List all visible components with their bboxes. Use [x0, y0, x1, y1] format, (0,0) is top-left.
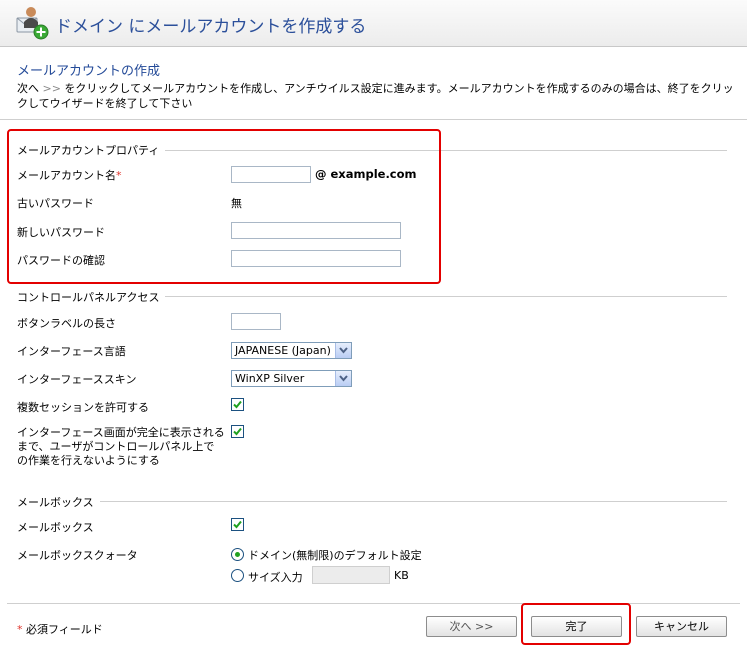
block-until-loaded-label: インターフェース画面が完全に表示されるまで、ユーザがコントロールパネル上での作業… — [17, 426, 225, 467]
mailbox-label: メールボックス — [17, 521, 94, 534]
required-note: * 必須フィールド — [17, 621, 103, 637]
chevron-down-icon[interactable] — [335, 343, 351, 358]
chevron-down-icon[interactable] — [335, 371, 351, 386]
mailbox-checkbox[interactable] — [231, 518, 244, 531]
multi-session-checkbox[interactable] — [231, 398, 244, 411]
divider — [0, 119, 747, 120]
control-panel-legend: コントロールパネルアクセス — [17, 289, 166, 305]
block-until-loaded-checkbox[interactable] — [231, 425, 244, 438]
skin-value: WinXP Silver — [235, 372, 305, 385]
skin-label: インターフェーススキン — [17, 373, 137, 386]
section-title: メールアカウントの作成 — [17, 64, 161, 79]
page-title: ドメイン にメールアカウントを作成する — [55, 17, 367, 37]
check-icon — [233, 520, 242, 529]
mail-account-add-icon — [15, 6, 49, 40]
required-mark: * — [17, 623, 23, 636]
button-label-length-input[interactable] — [231, 313, 281, 330]
intro-next-marker: >> — [42, 82, 61, 95]
quota-label: メールボックスクォータ — [17, 549, 138, 562]
intro-body: をクリックしてメールアカウントを作成し、アンチウイルス設定に進みます。メールアカ… — [17, 82, 734, 110]
language-select[interactable]: JAPANESE (Japan) — [231, 342, 352, 359]
language-value: JAPANESE (Japan) — [235, 344, 331, 357]
quota-default-radio[interactable] — [231, 548, 244, 561]
intro-prefix: 次へ — [17, 82, 39, 95]
intro-text: 次へ >> をクリックしてメールアカウントを作成し、アンチウイルス設定に進みます… — [17, 81, 742, 111]
mailbox-legend: メールボックス — [17, 494, 100, 510]
check-icon — [233, 400, 242, 409]
next-button[interactable]: 次へ >> — [426, 616, 517, 637]
skin-select[interactable]: WinXP Silver — [231, 370, 352, 387]
check-icon — [233, 427, 242, 436]
quota-size-radio[interactable] — [231, 569, 244, 582]
required-note-text: 必須フィールド — [26, 623, 103, 636]
fieldset-rule — [17, 501, 727, 502]
cancel-button[interactable]: キャンセル — [636, 616, 727, 637]
quota-size-input[interactable] — [312, 566, 390, 584]
highlight-finish-button — [521, 603, 631, 645]
quota-unit: KB — [394, 569, 409, 582]
highlight-account-properties — [7, 129, 441, 284]
radio-selected-dot — [235, 552, 240, 557]
multi-session-label: 複数セッションを許可する — [17, 401, 149, 414]
quota-default-label: ドメイン(無制限)のデフォルト設定 — [248, 549, 422, 562]
language-label: インターフェース言語 — [17, 345, 126, 358]
button-label-length-label: ボタンラベルの長さ — [17, 317, 116, 330]
quota-size-label: サイズ入力 — [248, 571, 303, 584]
